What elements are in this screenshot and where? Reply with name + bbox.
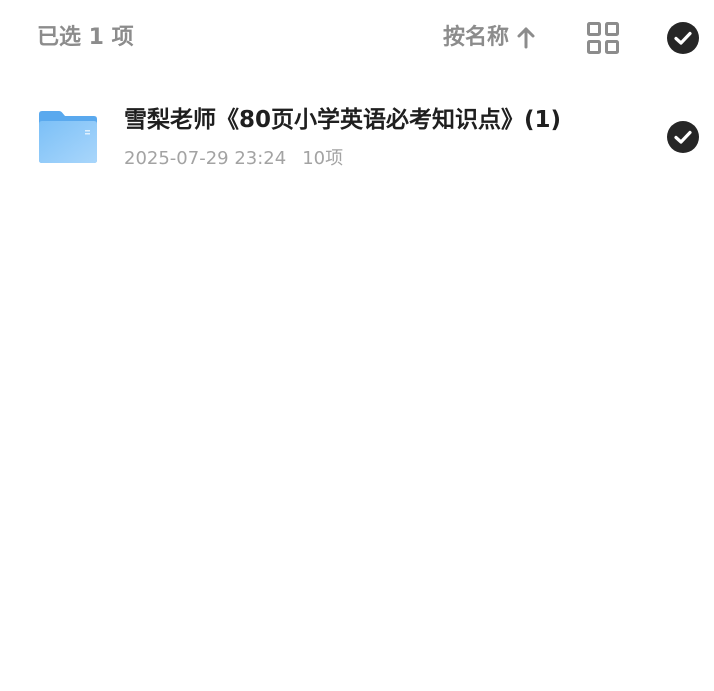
file-list-item[interactable]: 雪梨老师《80页小学英语必考知识点》(1) 2025-07-29 23:24 10… <box>0 90 714 186</box>
selection-toolbar: 已选 1 项 按名称 <box>0 0 714 76</box>
file-item-count: 10项 <box>302 148 344 169</box>
file-modified-date: 2025-07-29 23:24 <box>124 148 287 169</box>
select-all-check-icon[interactable] <box>667 22 699 54</box>
folder-icon <box>39 111 97 163</box>
file-meta: 2025-07-29 23:24 10项 <box>124 146 343 172</box>
arrow-up-icon <box>517 27 535 49</box>
selected-count-label: 已选 1 项 <box>37 25 134 50</box>
sort-label: 按名称 <box>443 25 510 50</box>
grid-view-icon[interactable] <box>586 21 620 55</box>
file-name: 雪梨老师《80页小学英语必考知识点》(1) <box>124 107 562 133</box>
sort-by-name-button[interactable]: 按名称 <box>443 22 537 54</box>
check-circle-icon[interactable] <box>667 121 699 153</box>
